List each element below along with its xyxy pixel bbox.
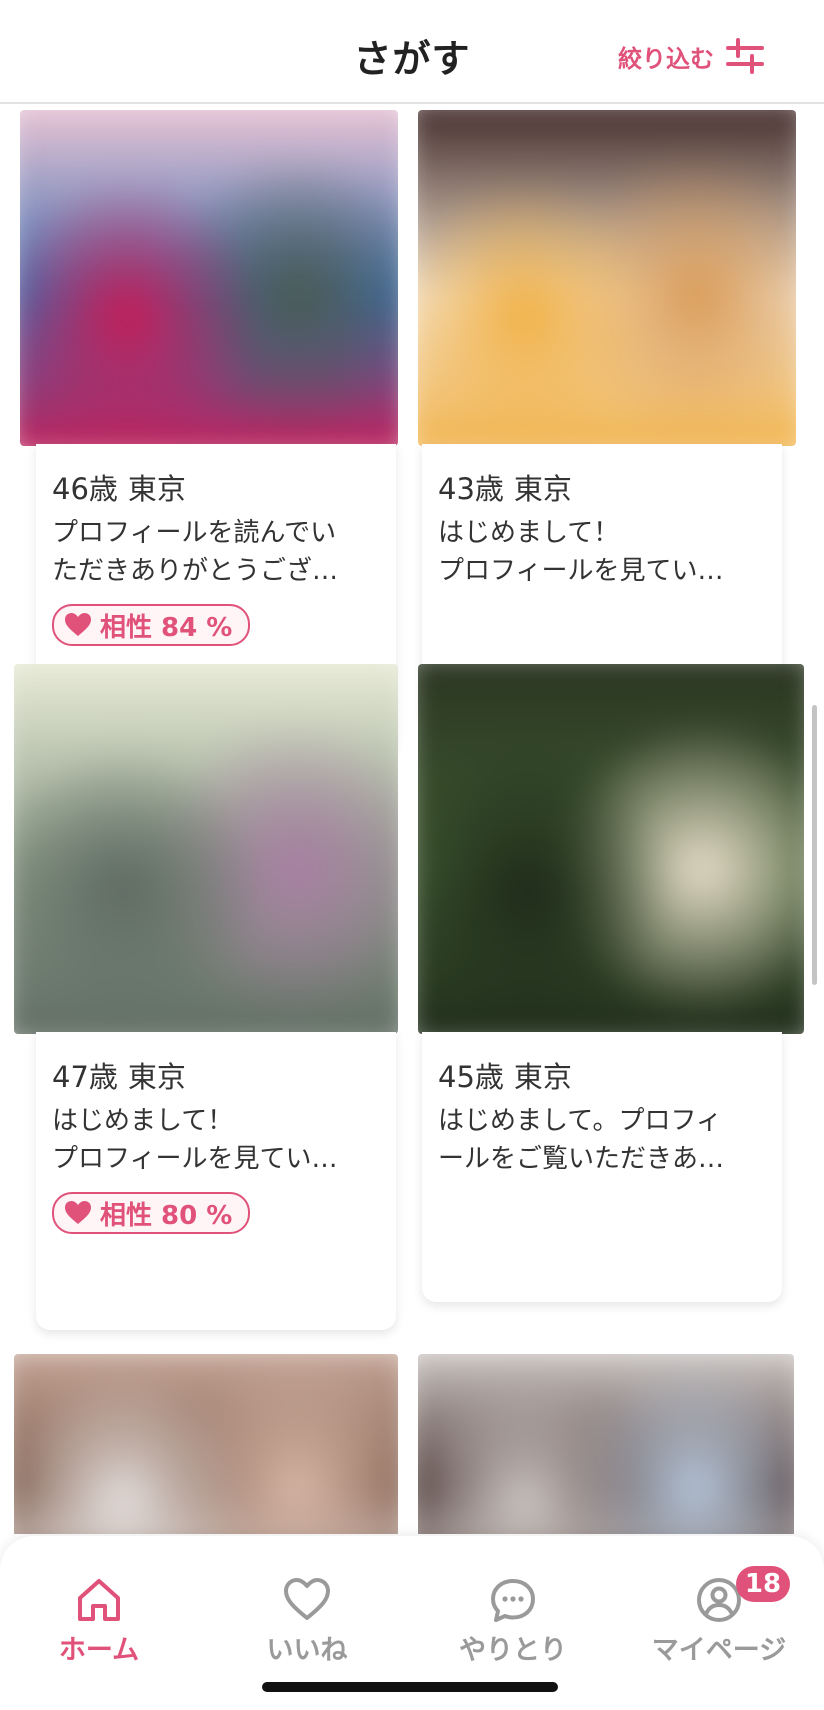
- heart-icon: [65, 1201, 91, 1224]
- intro-message: はじめまして。プロフィ ールをご覧いただきあ…: [438, 1106, 725, 1174]
- notification-badge: 18: [736, 1566, 790, 1602]
- age-label: 45歳: [438, 1060, 504, 1094]
- tab-label: やりとり: [459, 1635, 567, 1666]
- sliders-icon: [726, 38, 764, 74]
- compatibility-value: 相性 80 %: [100, 1200, 233, 1231]
- tab-label: ホーム: [58, 1635, 140, 1666]
- age-label: 46歳: [52, 472, 118, 506]
- city-label: 東京: [127, 472, 186, 506]
- tab-home[interactable]: ホーム: [4, 1576, 194, 1667]
- age-label: 43歳: [438, 472, 504, 506]
- scrollbar[interactable]: [812, 705, 817, 985]
- intro-message: はじめまして！ プロフィールを見てい…: [438, 518, 724, 586]
- tab-label: いいね: [266, 1635, 348, 1666]
- filter-button[interactable]: 絞り込む: [618, 36, 766, 76]
- profile-photo[interactable]: [418, 664, 804, 1034]
- filter-label: 絞り込む: [618, 44, 714, 73]
- tab-label: マイページ: [651, 1635, 787, 1666]
- compatibility-value: 相性 84 %: [100, 612, 233, 643]
- intro-message: はじめまして！ プロフィールを見てい…: [52, 1106, 338, 1174]
- city-label: 東京: [513, 1060, 572, 1094]
- profile-photo[interactable]: [20, 110, 398, 446]
- home-indicator: [262, 1682, 558, 1692]
- tab-likes[interactable]: いいね: [212, 1576, 402, 1667]
- city-label: 東京: [513, 472, 572, 506]
- age-label: 47歳: [52, 1060, 118, 1094]
- compatibility-badge: 相性 84 %: [52, 604, 251, 646]
- tab-mypage[interactable]: 18 マイページ: [624, 1566, 814, 1667]
- profile-grid: 46歳 東京 プロフィールを読んでい ただきありがとうござ… 相性 84 % 43…: [0, 104, 824, 1534]
- profile-photo[interactable]: [14, 664, 398, 1034]
- tab-messages[interactable]: やりとり: [418, 1576, 608, 1667]
- heart-icon: [65, 613, 91, 636]
- city-label: 東京: [127, 1060, 186, 1094]
- intro-message: プロフィールを読んでい ただきありがとうござ…: [52, 518, 339, 586]
- profile-photo[interactable]: [14, 1354, 398, 1534]
- compatibility-badge: 相性 80 %: [52, 1192, 251, 1234]
- profile-card[interactable]: 47歳 東京 はじめまして！ プロフィールを見てい… 相性 80 %: [36, 1032, 396, 1330]
- profile-photo[interactable]: [418, 110, 796, 446]
- home-icon: [78, 1579, 120, 1621]
- profile-photo[interactable]: [418, 1354, 794, 1534]
- profile-card[interactable]: 45歳 東京 はじめまして。プロフィ ールをご覧いただきあ…: [422, 1032, 782, 1302]
- heart-icon: [284, 1578, 330, 1620]
- chat-icon: [491, 1579, 535, 1622]
- top-bar: さがす 絞り込む: [0, 0, 824, 104]
